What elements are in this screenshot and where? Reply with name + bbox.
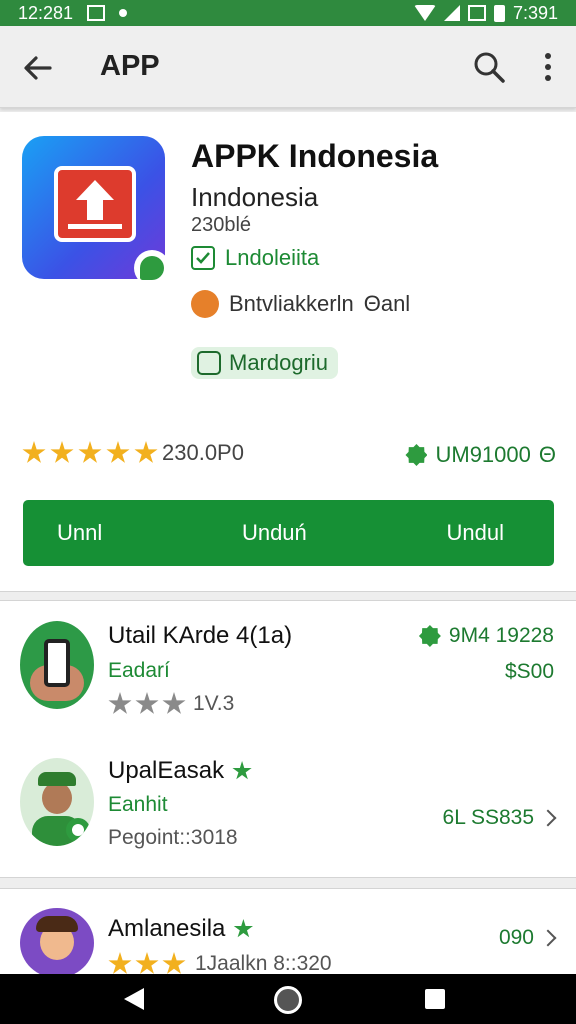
hat-icon bbox=[38, 772, 76, 786]
price-row: UM91000 Θ bbox=[405, 442, 556, 468]
verified-badge-icon bbox=[134, 250, 170, 286]
arrow-left-icon[interactable] bbox=[20, 50, 56, 86]
battery-icon bbox=[493, 4, 505, 22]
download-icon bbox=[54, 166, 136, 242]
head-icon bbox=[42, 782, 72, 814]
star-icon bbox=[135, 952, 159, 974]
signal-icon bbox=[443, 5, 460, 21]
category-icon bbox=[191, 290, 219, 318]
tag-chip[interactable]: Mardogriu bbox=[191, 347, 339, 379]
star-icon bbox=[22, 441, 46, 463]
install-button-label-2: Unduń bbox=[241, 520, 307, 545]
list-item-price-top-text: 9M4 19228 bbox=[448, 624, 554, 647]
list-item-avatar[interactable] bbox=[20, 758, 94, 846]
star-icon bbox=[162, 952, 186, 974]
checkbox-icon bbox=[191, 246, 215, 270]
data-icon bbox=[467, 5, 486, 21]
app-size: 230blé bbox=[191, 214, 252, 236]
chevron-right-icon bbox=[539, 809, 557, 827]
list-item-price: $S00 bbox=[504, 660, 554, 683]
install-button-label-3: Undul bbox=[446, 520, 504, 545]
verified-row: Lndoleiita bbox=[191, 245, 319, 271]
status-left: 12:281 bbox=[18, 2, 128, 24]
page-title: APP bbox=[100, 50, 160, 82]
list-item-title[interactable]: Utail KArde 4(1a) bbox=[108, 622, 292, 650]
verified-label: Lndoleiita bbox=[225, 245, 320, 270]
rating-count: 230.0P0 bbox=[162, 440, 244, 465]
circle-home-icon[interactable] bbox=[274, 986, 302, 1014]
status-time-right: 7:391 bbox=[512, 2, 558, 23]
list-item-meta: Pegoint::3018 bbox=[108, 826, 238, 849]
search-icon[interactable] bbox=[472, 50, 506, 84]
app-title: APPK Indonesia bbox=[191, 138, 439, 174]
rating-row: 230.0P0 bbox=[22, 440, 244, 466]
more-vertical-icon[interactable] bbox=[536, 48, 560, 86]
verified-badge-icon bbox=[233, 919, 253, 938]
star-icon bbox=[108, 692, 132, 714]
list-item-meta: 1Jaalkn 8::320 bbox=[108, 952, 332, 976]
star-icon bbox=[162, 692, 186, 714]
category-label: Bntvliakkerln bbox=[229, 291, 354, 316]
app-icon bbox=[22, 136, 170, 286]
star-icon bbox=[106, 441, 130, 463]
star-icon bbox=[50, 441, 74, 463]
list-item-price-text: 6L SS835 bbox=[442, 806, 534, 829]
category-suffix: Θanl bbox=[363, 291, 411, 316]
tag-label: Mardogriu bbox=[229, 350, 329, 375]
list-item-subtitle: Eanhit bbox=[108, 793, 168, 816]
list-item-title-text: Utail KArde 4(1a) bbox=[108, 622, 293, 649]
star-icon bbox=[78, 441, 102, 463]
verified-badge-icon bbox=[66, 818, 90, 842]
star-icon bbox=[108, 952, 132, 974]
list-item-price-text: 090 bbox=[498, 926, 534, 949]
hair-icon bbox=[36, 916, 78, 932]
dot-icon bbox=[119, 9, 128, 17]
status-right: 7:391 bbox=[413, 2, 558, 24]
list-item-title-text: UpalEasak bbox=[108, 757, 225, 784]
star-icon bbox=[134, 441, 158, 463]
install-button[interactable]: Unnl Unduń Undul bbox=[23, 500, 554, 566]
app-price: UM91000 bbox=[435, 442, 531, 467]
wifi-icon bbox=[413, 5, 436, 21]
star-icon bbox=[135, 692, 159, 714]
list-item-title[interactable]: Amlanesila bbox=[108, 915, 253, 943]
list-item-meta-text: 1Jaalkn 8::320 bbox=[195, 952, 332, 975]
list-item-subtitle: Eadarí bbox=[108, 659, 170, 682]
price-suffix: Θ bbox=[538, 442, 556, 467]
list-item-meta-text: 1V.3 bbox=[193, 692, 235, 715]
list-item-meta: 1V.3 bbox=[108, 692, 234, 716]
list-item-avatar[interactable] bbox=[20, 621, 94, 709]
list-item-price[interactable]: 090 bbox=[498, 926, 557, 950]
tag-icon bbox=[197, 351, 221, 375]
list-item-title-text: Amlanesila bbox=[108, 915, 226, 942]
chevron-right-icon bbox=[539, 929, 557, 947]
verified-badge-icon bbox=[418, 625, 441, 647]
list-item-title[interactable]: UpalEasak bbox=[108, 757, 252, 785]
list-item-price-top: 9M4 19228 bbox=[418, 624, 554, 648]
verified-badge-icon bbox=[405, 444, 428, 466]
phone-icon bbox=[44, 639, 70, 687]
list-item-avatar[interactable] bbox=[20, 908, 94, 978]
square-recent-icon[interactable] bbox=[425, 989, 445, 1009]
app-developer[interactable]: Inndonesia bbox=[191, 182, 318, 213]
notification-icon bbox=[87, 5, 106, 21]
app-bar: APP bbox=[0, 26, 576, 108]
verified-badge-icon bbox=[232, 761, 252, 780]
list-item-price[interactable]: 6L SS835 bbox=[442, 806, 557, 830]
category-row: Bntvliakkerln Θanl bbox=[191, 290, 410, 318]
system-nav-bar bbox=[0, 974, 576, 1024]
status-bar: 12:281 7:391 bbox=[0, 0, 576, 26]
triangle-back-icon[interactable] bbox=[124, 988, 144, 1010]
status-time-left: 12:281 bbox=[18, 2, 74, 23]
install-button-label-1: Unnl bbox=[57, 520, 103, 545]
